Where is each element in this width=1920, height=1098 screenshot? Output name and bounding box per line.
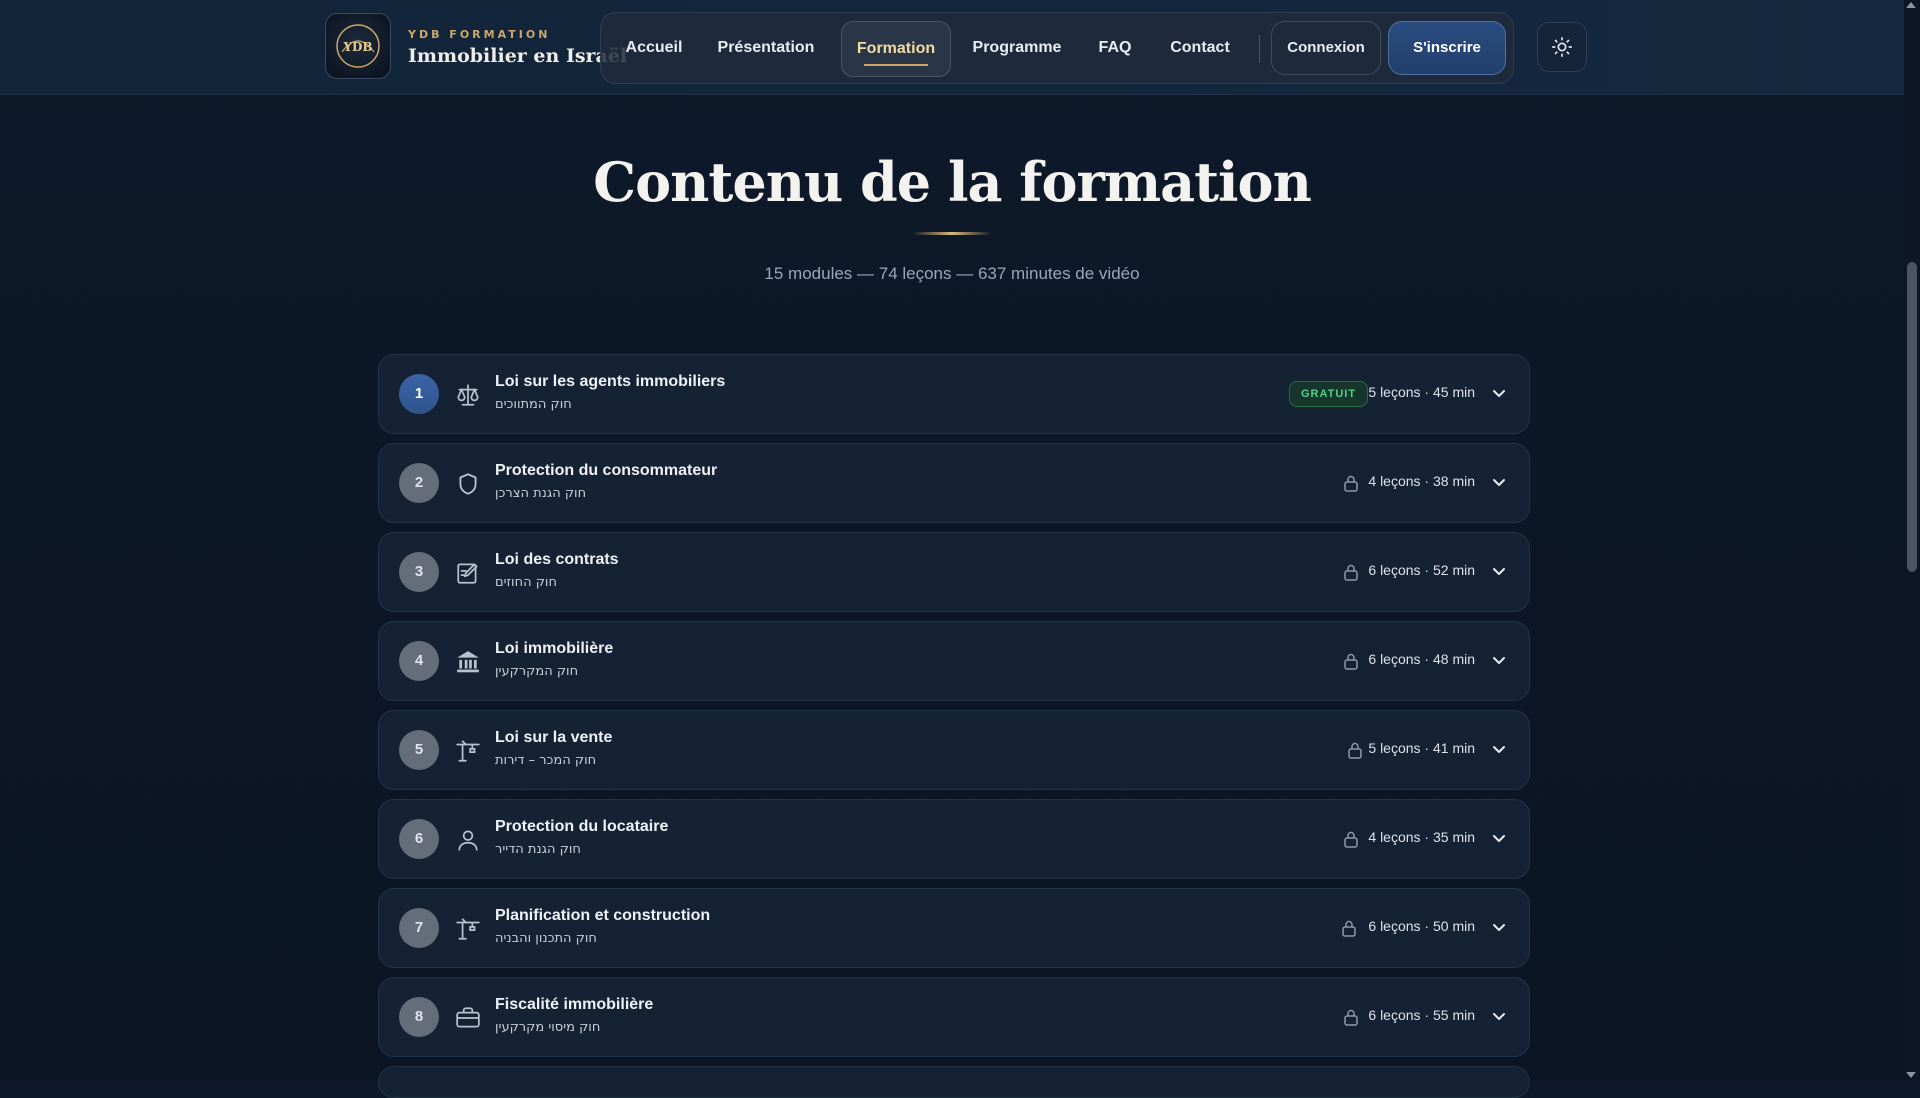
- module-subtitle-hebrew: חוק המקרקעין: [495, 664, 579, 679]
- crane-icon: [456, 740, 480, 762]
- brand[interactable]: YDB FORMATION Immobilier en Israël: [408, 28, 627, 67]
- module-row[interactable]: 1 Loi sur les agents immobiliers חוק המת…: [378, 354, 1530, 434]
- lock-icon: [1344, 564, 1358, 581]
- nav-divider: [1259, 35, 1260, 63]
- module-subtitle-hebrew: חוק המכר – דירות: [495, 753, 597, 768]
- lock-icon: [1342, 920, 1356, 937]
- module-subtitle-hebrew: חוק התכנון והבניה: [495, 931, 597, 946]
- title-underline: [912, 232, 992, 235]
- lock-icon: [1344, 831, 1358, 848]
- nav-item-presentation[interactable]: Présentation: [707, 21, 825, 75]
- chevron-down-icon[interactable]: [1491, 1008, 1507, 1024]
- chevron-down-icon[interactable]: [1491, 830, 1507, 846]
- nav-item-accueil[interactable]: Accueil: [615, 21, 693, 75]
- module-title: Loi sur la vente: [495, 729, 613, 746]
- module-subtitle-hebrew: חוק המתווכים: [495, 397, 572, 412]
- module-row[interactable]: 7 Planification et construction חוק התכנ…: [378, 888, 1530, 968]
- page-title: Contenu de la formation: [593, 150, 1312, 214]
- chevron-down-icon[interactable]: [1491, 474, 1507, 490]
- module-subtitle-hebrew: חוק מיסוי מקרקעין: [495, 1020, 601, 1035]
- module-row[interactable]: 4 Loi immobilière חוק המקרקעין 6 leçons …: [378, 621, 1530, 701]
- signup-button[interactable]: S'inscrire: [1388, 21, 1506, 75]
- module-title: Fiscalité immobilière: [495, 996, 654, 1013]
- module-number: 3: [399, 552, 439, 592]
- chevron-down-icon[interactable]: [1491, 652, 1507, 668]
- module-row[interactable]: 3 Loi des contrats חוק החוזים 6 leçons ·…: [378, 532, 1530, 612]
- nav-item-contact[interactable]: Contact: [1159, 21, 1241, 75]
- lock-icon: [1348, 742, 1362, 759]
- nav-item-programme[interactable]: Programme: [965, 21, 1069, 75]
- chevron-down-icon[interactable]: [1491, 919, 1507, 935]
- scrollbar-thumb[interactable]: [1907, 262, 1917, 572]
- module-title: Protection du consommateur: [495, 462, 718, 479]
- page-scrollbar[interactable]: [1904, 0, 1920, 1080]
- site-header: YDB YDB FORMATION Immobilier en Israël A…: [0, 0, 1904, 95]
- module-number: 1: [399, 374, 439, 414]
- logo-text: YDB: [342, 40, 372, 54]
- sun-icon: [1552, 37, 1572, 57]
- module-meta: 5 leçons · 41 min: [1368, 740, 1475, 756]
- scroll-up-arrow-icon[interactable]: [1906, 2, 1916, 8]
- module-number: 6: [399, 819, 439, 859]
- module-subtitle-hebrew: חוק הגנת הצרכן: [495, 486, 587, 501]
- chevron-down-icon[interactable]: [1491, 563, 1507, 579]
- module-number: 4: [399, 641, 439, 681]
- chevron-down-icon[interactable]: [1491, 385, 1507, 401]
- module-number: 5: [399, 730, 439, 770]
- login-button[interactable]: Connexion: [1271, 21, 1381, 75]
- module-title: Loi des contrats: [495, 551, 619, 568]
- module-meta: 6 leçons · 55 min: [1368, 1007, 1475, 1023]
- briefcase-icon: [456, 1007, 480, 1028]
- module-title: Planification et construction: [495, 907, 711, 924]
- module-number: 7: [399, 908, 439, 948]
- lock-icon: [1344, 653, 1358, 670]
- brand-tagline: YDB FORMATION: [408, 28, 551, 41]
- edit-document-icon: [457, 563, 478, 584]
- logo[interactable]: YDB: [325, 13, 391, 79]
- brand-title: Immobilier en Israël: [408, 45, 628, 67]
- module-row[interactable]: 2 Protection du consommateur חוק הגנת הצ…: [378, 443, 1530, 523]
- module-meta: 4 leçons · 38 min: [1368, 473, 1475, 489]
- theme-toggle-button[interactable]: [1537, 22, 1587, 72]
- nav-item-faq[interactable]: FAQ: [1091, 21, 1139, 75]
- module-meta: 6 leçons · 50 min: [1368, 918, 1475, 934]
- free-badge: GRATUIT: [1289, 381, 1369, 407]
- user-icon: [458, 830, 478, 851]
- bank-building-icon: [457, 651, 479, 673]
- module-row[interactable]: 6 Protection du locataire חוק הגנת הדייר…: [378, 799, 1530, 879]
- module-subtitle-hebrew: חוק החוזים: [495, 575, 557, 590]
- lock-icon: [1344, 1009, 1358, 1026]
- module-title: Loi immobilière: [495, 640, 614, 657]
- module-title: Loi sur les agents immobiliers: [495, 373, 726, 390]
- module-row[interactable]: [378, 1066, 1530, 1098]
- chevron-down-icon[interactable]: [1491, 741, 1507, 757]
- module-subtitle-hebrew: חוק הגנת הדייר: [495, 842, 581, 857]
- module-meta: 4 leçons · 35 min: [1368, 829, 1475, 845]
- module-number: 8: [399, 997, 439, 1037]
- module-meta: 5 leçons · 45 min: [1368, 384, 1475, 400]
- module-row[interactable]: 5 Loi sur la vente חוק המכר – דירות 5 le…: [378, 710, 1530, 790]
- shield-icon: [459, 473, 477, 495]
- module-meta: 6 leçons · 52 min: [1368, 562, 1475, 578]
- module-row[interactable]: 8 Fiscalité immobilière חוק מיסוי מקרקעי…: [378, 977, 1530, 1057]
- scales-icon: [457, 384, 479, 406]
- scroll-down-arrow-icon[interactable]: [1906, 1072, 1916, 1078]
- logo-emblem-icon: YDB: [336, 24, 380, 68]
- module-title: Protection du locataire: [495, 818, 669, 835]
- module-meta: 6 leçons · 48 min: [1368, 651, 1475, 667]
- main-nav: Accueil Présentation Formation Programme…: [600, 12, 1514, 84]
- crane-icon: [456, 918, 480, 940]
- module-number: 2: [399, 463, 439, 503]
- nav-item-formation[interactable]: Formation: [841, 21, 951, 77]
- lock-icon: [1344, 475, 1358, 492]
- page-subtitle: 15 modules — 74 leçons — 637 minutes de …: [764, 264, 1140, 283]
